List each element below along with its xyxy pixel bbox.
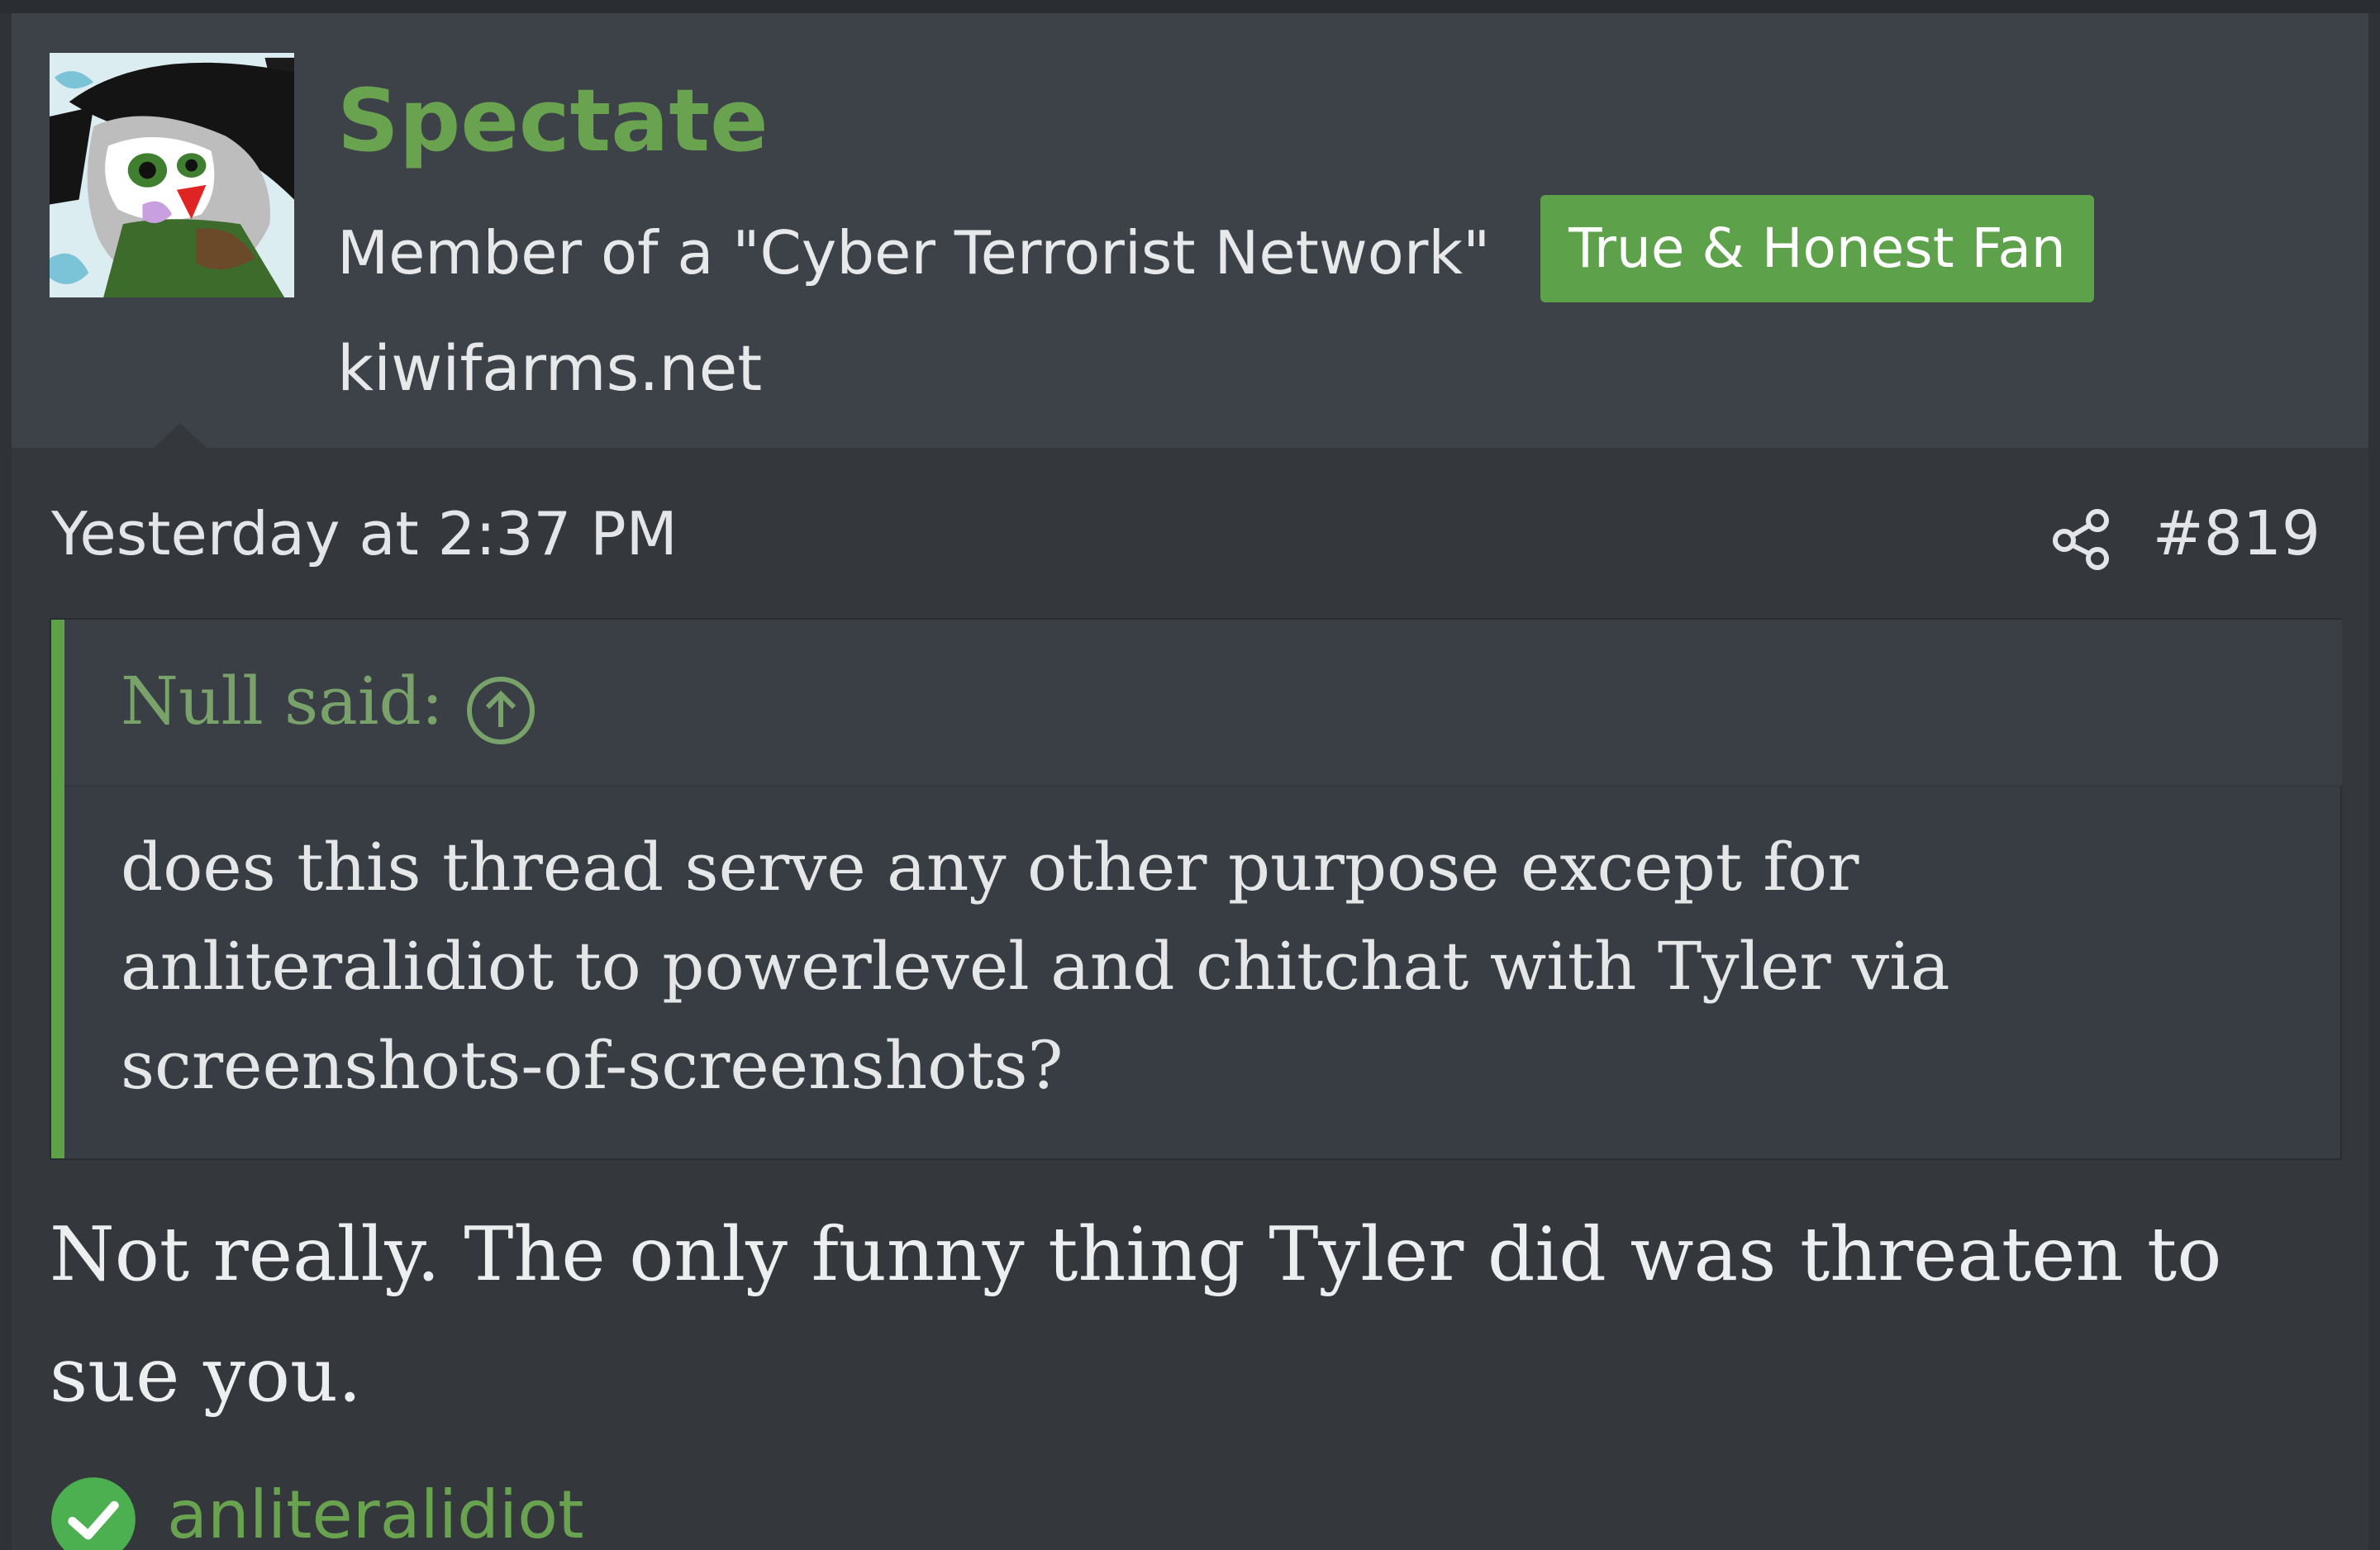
- post-message: Not really. The only funny thing Tyler d…: [50, 1211, 2222, 1419]
- cartoon-avatar-icon: [50, 53, 294, 297]
- quote-block: Null said: does this thread serve any ot…: [50, 618, 2342, 1160]
- username[interactable]: Spectate: [337, 69, 769, 172]
- reaction-username[interactable]: anliteralidiot: [167, 1467, 583, 1550]
- page-frame: Spectate Member of a "Cyber Terrorist Ne…: [0, 0, 2380, 1550]
- user-title: Member of a "Cyber Terrorist Network": [337, 218, 1491, 288]
- quote-author[interactable]: Null said:: [121, 656, 444, 747]
- user-banner: True & Honest Fan: [1540, 195, 2094, 302]
- post-date[interactable]: Yesterday at 2:37 PM: [51, 492, 678, 575]
- user-avatar[interactable]: [50, 53, 294, 297]
- share-icon[interactable]: [2048, 506, 2114, 572]
- post-number-link[interactable]: #819: [2153, 492, 2320, 575]
- quote-header: Null said:: [64, 620, 2342, 787]
- header-pointer: [154, 423, 207, 448]
- quote-text: does this thread serve any other purpose…: [121, 829, 1950, 1104]
- quote-accent-bar: [51, 620, 64, 1158]
- arrow-up-circle-icon[interactable]: [464, 674, 537, 747]
- checkmark-circle-icon: [51, 1477, 136, 1550]
- user-site: kiwifarms.net: [337, 331, 763, 405]
- forum-post: Spectate Member of a "Cyber Terrorist Ne…: [12, 13, 2368, 1550]
- user-info-header: Spectate Member of a "Cyber Terrorist Ne…: [12, 13, 2368, 448]
- top-edge: [0, 0, 2380, 13]
